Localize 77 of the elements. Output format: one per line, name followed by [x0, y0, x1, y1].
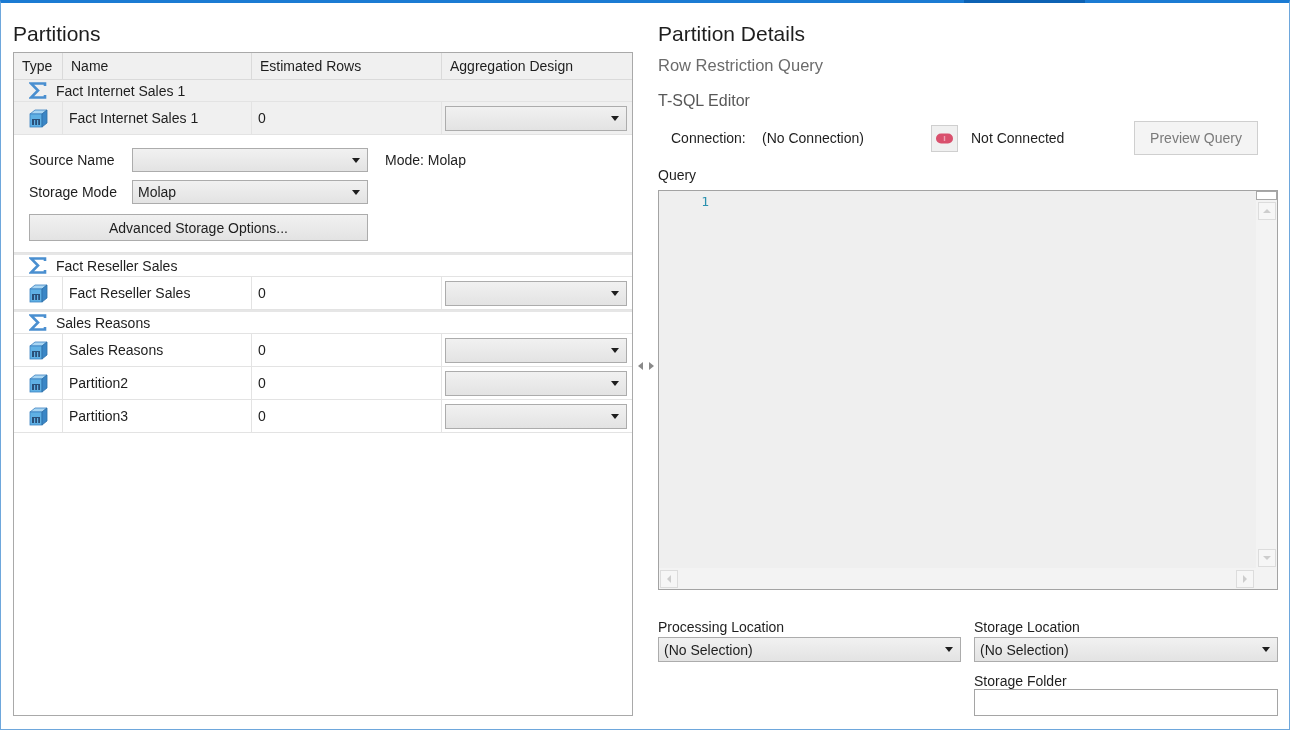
aggregation-design-dropdown[interactable]: [445, 337, 627, 363]
horizontal-scrollbar[interactable]: [659, 568, 1256, 589]
partition-row[interactable]: Sales Reasons 0: [14, 334, 632, 367]
caret-down-icon: [611, 413, 619, 419]
scroll-up-icon[interactable]: [1257, 202, 1276, 220]
cube-icon: [28, 283, 48, 303]
aggregation-design-dropdown[interactable]: [445, 403, 627, 429]
panel-title: Partition Details: [658, 21, 807, 47]
partition-name-cell: Fact Internet Sales 1: [63, 102, 252, 134]
storage-folder-input[interactable]: [974, 689, 1278, 716]
scrollbar-corner: [1256, 568, 1277, 589]
partition-name-cell: Partition2: [63, 367, 252, 399]
partition-row[interactable]: Partition3 0: [14, 400, 632, 433]
measure-group-name: Sales Reasons: [56, 314, 151, 331]
caret-down-icon: [352, 157, 360, 163]
column-header[interactable]: Aggregation Design: [442, 53, 632, 79]
caret-down-icon: [611, 347, 619, 353]
sigma-icon: [29, 257, 47, 274]
section-subtitle: Row Restriction Query: [658, 55, 825, 75]
measure-group-name: Fact Reseller Sales: [56, 257, 178, 274]
caret-down-icon: [945, 647, 953, 652]
splitter-arrows-icon[interactable]: [637, 361, 654, 371]
measure-group-name: Fact Internet Sales 1: [56, 82, 186, 99]
source-name-dropdown[interactable]: [132, 148, 368, 172]
estimated-rows-cell: 0: [252, 367, 442, 399]
storage-location-label: Storage Location: [974, 619, 1081, 635]
caret-down-icon: [611, 290, 619, 296]
storage-mode-label: Storage Mode: [29, 184, 118, 200]
cube-icon: [28, 108, 48, 128]
scroll-down-icon[interactable]: [1257, 549, 1276, 567]
query-label: Query: [658, 166, 698, 184]
estimated-rows-cell: 0: [252, 277, 442, 309]
measure-group-row[interactable]: Fact Reseller Sales: [14, 253, 632, 277]
connection-status: Not Connected: [971, 130, 1065, 146]
caret-down-icon: [352, 189, 360, 195]
scroll-right-icon[interactable]: [1236, 569, 1254, 588]
sigma-icon: [29, 82, 47, 99]
storage-location-dropdown[interactable]: (No Selection): [974, 637, 1278, 662]
source-name-label: Source Name: [29, 152, 116, 168]
storage-mode-dropdown[interactable]: Molap: [132, 180, 368, 204]
editor-split-handle[interactable]: [1256, 191, 1277, 200]
cube-icon: [28, 406, 48, 426]
advanced-storage-options-button[interactable]: Advanced Storage Options...: [29, 214, 368, 241]
sigma-icon: [29, 314, 47, 331]
aggregation-design-dropdown[interactable]: [445, 370, 627, 396]
panel-title: Partitions: [13, 21, 102, 47]
storage-folder-label: Storage Folder: [974, 673, 1068, 689]
column-header[interactable]: Name: [63, 53, 252, 79]
cube-icon: [28, 340, 48, 360]
estimated-rows-cell: 0: [252, 102, 442, 134]
column-header[interactable]: Estimated Rows: [252, 53, 442, 79]
column-header[interactable]: Type: [14, 53, 63, 79]
partition-name-cell: Sales Reasons: [63, 334, 252, 366]
partition-name-cell: Fact Reseller Sales: [63, 277, 252, 309]
connection-label: Connection:: [671, 130, 747, 146]
mode-text: Mode: Molap: [384, 152, 467, 168]
processing-location-label: Processing Location: [658, 619, 786, 635]
estimated-rows-cell: 0: [252, 334, 442, 366]
cube-icon: [28, 373, 48, 393]
line-number: 1: [701, 194, 709, 210]
caret-down-icon: [611, 380, 619, 386]
measure-group-row[interactable]: Sales Reasons: [14, 310, 632, 334]
partition-row[interactable]: Fact Reseller Sales 0: [14, 277, 632, 310]
aggregation-design-dropdown[interactable]: [445, 280, 627, 306]
vertical-scrollbar[interactable]: [1256, 191, 1277, 568]
aggregation-design-dropdown[interactable]: [445, 105, 627, 131]
caret-down-icon: [611, 115, 619, 121]
editor-title: T-SQL Editor: [658, 91, 751, 111]
partition-row[interactable]: Partition2 0: [14, 367, 632, 400]
partition-row[interactable]: Fact Internet Sales 1 0: [14, 102, 632, 135]
caret-down-icon: [1262, 647, 1270, 652]
measure-group-row[interactable]: Fact Internet Sales 1: [14, 80, 632, 102]
partition-name-cell: Partition3: [63, 400, 252, 432]
connection-value: (No Connection): [762, 130, 865, 146]
scroll-left-icon[interactable]: [660, 569, 678, 588]
processing-location-dropdown[interactable]: (No Selection): [658, 637, 961, 662]
estimated-rows-cell: 0: [252, 400, 442, 432]
